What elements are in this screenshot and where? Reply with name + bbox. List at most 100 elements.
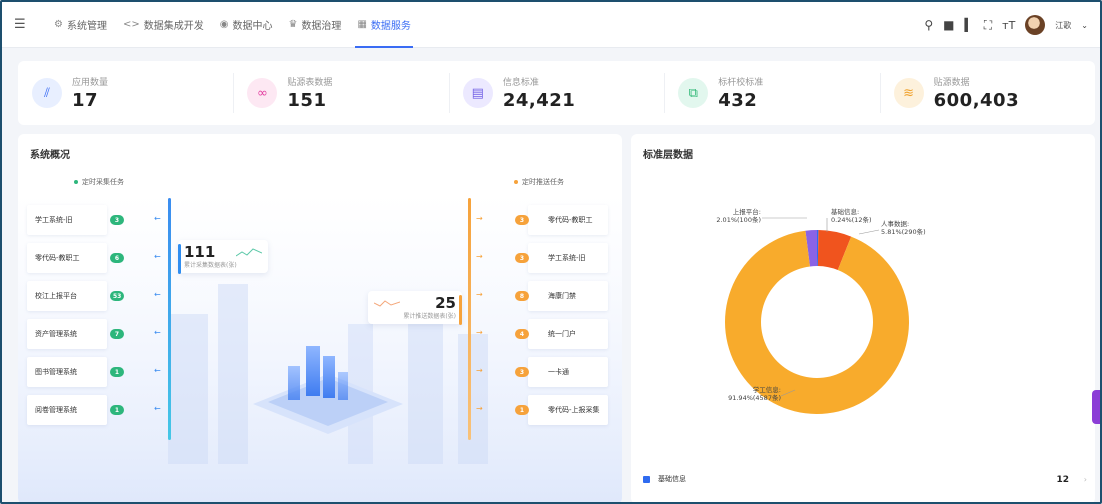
- right-total-desc: 累计推送数据表(张): [403, 313, 456, 320]
- overview-title: 系统概况: [30, 150, 70, 161]
- right-legend-label: 定时推送任务: [522, 178, 564, 186]
- slice-label-1: 上报平台: 2.01%(100条): [716, 207, 761, 224]
- slice-leader-line: [858, 229, 880, 235]
- arrow-left-icon: ←: [154, 252, 161, 261]
- stat-label: 标杆校标准: [718, 78, 764, 88]
- stat-icon-4: ≋: [893, 78, 924, 108]
- search-icon[interactable]: ⚲: [924, 18, 933, 32]
- stat-value: 151: [287, 90, 327, 111]
- nav-label: 数据集成开发: [143, 21, 204, 32]
- stat-card-3: ⧉ 标杆校标准 432: [664, 61, 879, 125]
- left-sparkline-icon: [236, 248, 262, 257]
- nav-item-0[interactable]: ⚙ 系统管理: [46, 2, 115, 48]
- legend-swatch: [643, 475, 650, 483]
- source-row[interactable]: 图书管理系统: [27, 357, 107, 387]
- target-row[interactable]: 统一门户: [528, 319, 608, 349]
- source-row[interactable]: 资产管理系统: [27, 319, 107, 349]
- target-row[interactable]: 零代码-教职工: [528, 205, 608, 235]
- source-row[interactable]: 零代码-教职工: [27, 243, 107, 273]
- target-name: 一卡通: [548, 368, 569, 376]
- avatar[interactable]: [1025, 15, 1046, 35]
- target-row[interactable]: 学工系统-旧: [528, 243, 608, 273]
- chart-icon[interactable]: ▍: [965, 18, 974, 32]
- target-row[interactable]: 海康门禁: [528, 281, 608, 311]
- right-flow-bar: [468, 198, 471, 440]
- source-count-badge: 6: [110, 253, 124, 263]
- left-total-accent: [178, 244, 181, 274]
- stat-icon-1: ∞: [247, 78, 278, 108]
- left-total-box: 111 累计采集数据表(张): [178, 240, 268, 274]
- stat-label: 应用数量: [72, 78, 109, 88]
- target-name: 学工系统-旧: [548, 254, 586, 262]
- font-size-icon[interactable]: тT: [1002, 19, 1015, 32]
- arrow-left-icon: ←: [154, 328, 161, 337]
- nav-label: 数据治理: [301, 21, 342, 32]
- nav-item-4[interactable]: ▦ 数据服务: [349, 2, 418, 48]
- stats-summary: ⫽ 应用数量 17 ∞ 贴源表数据 151 ▤ 信息标准 24,421 ⧉ 标杆校标准 432 ≋ 贴源数…: [18, 61, 1095, 125]
- main-nav: ⚙ 系统管理 <> 数据集成开发 ◉ 数据中心 ♛ 数据治理 ▦ 数据服务: [46, 2, 419, 48]
- stat-text: 标杆校标准 432: [718, 75, 763, 111]
- nav-item-1[interactable]: <> 数据集成开发: [115, 2, 212, 48]
- stat-text: 贴源表数据 151: [287, 75, 332, 111]
- left-legend-label: 定时采集任务: [82, 178, 124, 186]
- username[interactable]: 江歌: [1055, 20, 1071, 31]
- stat-text: 应用数量 17: [72, 75, 108, 111]
- right-total-accent: [459, 295, 462, 325]
- source-count-badge: 1: [110, 405, 124, 415]
- target-name: 零代码-教职工: [548, 216, 593, 224]
- fullscreen-icon[interactable]: ⛶: [984, 18, 992, 33]
- header-toolbar: ⚲ ■ ▍ ⛶ тT 江歌 ⌄: [924, 2, 1088, 48]
- target-row[interactable]: 一卡通: [528, 357, 608, 387]
- source-count-badge: 7: [110, 329, 124, 339]
- target-count-badge: 4: [515, 329, 529, 339]
- source-name: 零代码-教职工: [35, 254, 80, 262]
- arrow-right-icon: →: [476, 290, 483, 299]
- arrow-left-icon: ←: [154, 404, 161, 413]
- target-name: 统一门户: [548, 330, 576, 338]
- source-name: 阅卷管理系统: [35, 406, 77, 414]
- target-count-badge: 3: [515, 253, 529, 263]
- stat-card-4: ≋ 贴源数据 600,403: [879, 61, 1095, 125]
- standard-layer-panel: 标准层数据 上报平台: 2.01%(100条) 基础信息: 0.24%(12条) 人事数…: [631, 134, 1095, 504]
- message-icon[interactable]: ■: [943, 18, 954, 32]
- nav-item-3[interactable]: ♛ 数据治理: [280, 2, 349, 48]
- left-legend-dot: [74, 180, 78, 184]
- nav-label: 系统管理: [66, 21, 107, 32]
- source-row[interactable]: 校江上报平台: [27, 281, 107, 311]
- stat-value: 17: [72, 90, 99, 111]
- target-count-badge: 3: [515, 367, 529, 377]
- stat-text: 贴源数据 600,403: [934, 75, 1019, 111]
- chevron-down-icon[interactable]: ⌄: [1081, 21, 1088, 30]
- left-total-desc: 累计采集数据表(张): [184, 262, 237, 269]
- stat-icon-2: ▤: [462, 78, 493, 108]
- menu-fold-icon[interactable]: ☰: [14, 17, 32, 32]
- nav-icon-0: ⚙: [54, 19, 63, 30]
- nav-icon-3: ♛: [288, 19, 298, 30]
- left-source-list: 学工系统-旧零代码-教职工 校江上报平台资产管理系统 图书管理系统阅卷管理系统: [27, 205, 107, 433]
- legend-count: 12: [1056, 475, 1069, 485]
- stat-label: 贴源数据: [933, 78, 970, 88]
- floating-side-button[interactable]: [1092, 390, 1102, 424]
- source-name: 校江上报平台: [35, 292, 77, 300]
- top-navigation-bar: ☰ ⚙ 系统管理 <> 数据集成开发 ◉ 数据中心 ♛ 数据治理 ▦ 数据服务 ⚲ ■ ▍ ⛶ т…: [2, 2, 1100, 48]
- donut-chart: 上报平台: 2.01%(100条) 基础信息: 0.24%(12条) 人事数据: 5.81…: [716, 207, 926, 414]
- overview-panel: 系统概况 定时采集任务 定时推送任务 学工系统-旧 零代码-教职工 校江上报平台 资产…: [18, 134, 622, 504]
- arrow-left-icon: ←: [154, 290, 161, 299]
- source-count-badge: 3: [110, 215, 124, 225]
- nav-icon-2: ◉: [219, 19, 229, 30]
- nav-item-2[interactable]: ◉ 数据中心: [212, 2, 281, 48]
- slice-label-0: 学工信息: 91.94%(4587条): [728, 385, 781, 402]
- source-row[interactable]: 阅卷管理系统: [27, 395, 107, 425]
- stat-value: 24,421: [502, 90, 576, 111]
- arrow-right-icon: →: [476, 214, 483, 223]
- left-flow-bar: [168, 198, 171, 440]
- chevron-right-icon[interactable]: ›: [1084, 475, 1087, 484]
- bottom-legend[interactable]: 基础信息: [643, 474, 686, 484]
- target-row[interactable]: 零代码-上报采集: [528, 395, 608, 425]
- nav-label: 数据服务: [370, 21, 411, 32]
- source-row[interactable]: 学工系统-旧: [27, 205, 107, 235]
- right-legend-dot: [514, 180, 518, 184]
- target-name: 零代码-上报采集: [548, 406, 600, 414]
- right-total-box: 25 累计推送数据表(张): [368, 291, 462, 325]
- standard-title: 标准层数据: [643, 150, 693, 161]
